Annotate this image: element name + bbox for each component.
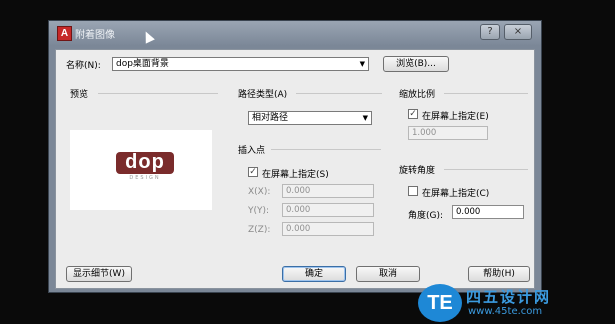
attach-image-dialog: A 附着图像 ? × 名称(N): dop桌面背景 ▼ 浏览(B)... 预览 … [48,20,542,293]
dop-logo: dop [116,152,174,174]
autocad-logo-icon: A [57,26,72,41]
scale-divider [444,93,528,94]
x-label: X(X): [248,187,271,197]
rotation-divider [444,169,528,170]
rotation-onscreen-checkbox[interactable] [408,186,418,196]
angle-label: 角度(G): [408,211,444,221]
close-window-button[interactable]: × [504,24,532,40]
browse-button[interactable]: 浏览(B)... [383,56,449,72]
design-caption: DESIGN [129,175,161,181]
scale-input[interactable]: 1.000 [408,126,488,140]
scale-onscreen-checkbox[interactable]: ✓ [408,109,418,119]
name-combo[interactable]: dop桌面背景 ▼ [112,57,369,71]
rotation-label: 旋转角度 [399,166,436,176]
z-label: Z(Z): [248,225,271,235]
name-label: 名称(N): [66,61,101,71]
watermark: TE 四五设计网 www.45te.com [418,284,610,322]
x-input[interactable]: 0.000 [282,184,374,198]
show-details-button[interactable]: 显示细节(W) [66,266,132,282]
dropdown-arrow-icon: ▼ [359,60,365,68]
insert-point-label: 插入点 [238,146,266,156]
scale-onscreen-label: 在屏幕上指定(E) [422,112,489,122]
name-combo-value: dop桌面背景 [116,59,169,69]
scale-label: 缩放比例 [399,90,436,100]
help-button[interactable]: 帮助(H) [468,266,530,282]
path-type-divider [296,93,382,94]
watermark-title: 四五设计网 [466,288,552,306]
watermark-url: www.45te.com [468,306,543,317]
dropdown-arrow-icon: ▼ [362,114,368,122]
dialog-body: 名称(N): dop桌面背景 ▼ 浏览(B)... 预览 dop DESIGN … [55,49,535,289]
ok-button[interactable]: 确定 [282,266,346,282]
rotation-onscreen-label: 在屏幕上指定(C) [422,189,490,199]
y-label: Y(Y): [248,206,270,216]
y-input[interactable]: 0.000 [282,203,374,217]
preview-divider [98,93,218,94]
preview-label: 预览 [70,90,89,100]
cancel-button[interactable]: 取消 [356,266,420,282]
insert-onscreen-checkbox[interactable]: ✓ [248,167,258,177]
dialog-title: 附着图像 [75,30,115,41]
help-window-button[interactable]: ? [480,24,500,40]
image-preview: dop DESIGN [70,130,212,210]
angle-input[interactable]: 0.000 [452,205,524,219]
path-type-value: 相对路径 [252,113,289,123]
path-type-label: 路径类型(A) [238,90,288,100]
z-input[interactable]: 0.000 [282,222,374,236]
insert-point-divider [271,149,381,150]
insert-onscreen-label: 在屏幕上指定(S) [262,170,329,180]
path-type-combo[interactable]: 相对路径 ▼ [248,111,372,125]
te-badge: TE [418,284,462,322]
title-bar[interactable]: A 附着图像 ? × [49,21,541,45]
